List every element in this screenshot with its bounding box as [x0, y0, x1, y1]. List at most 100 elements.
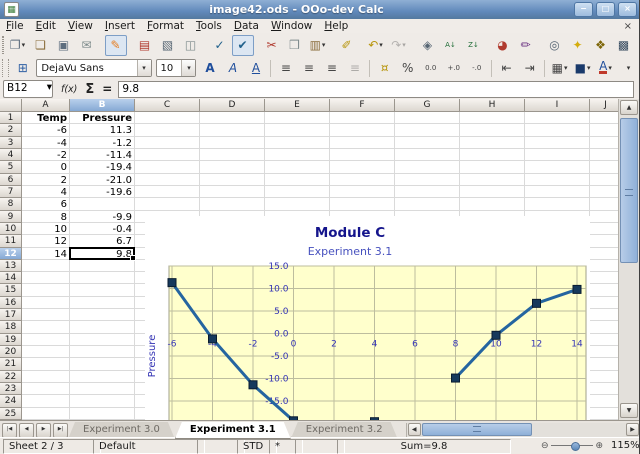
cell-B9[interactable]: -9.9: [70, 212, 132, 223]
row-header-15[interactable]: 15: [0, 284, 22, 296]
menu-item-window[interactable]: Window: [265, 19, 318, 33]
cell-B7[interactable]: -19.6: [70, 187, 132, 198]
styles-window-button[interactable]: ⊞: [12, 58, 34, 79]
column-header-E[interactable]: E: [265, 99, 330, 112]
scroll-down-icon[interactable]: ▼: [620, 403, 638, 418]
row-header-25[interactable]: 25: [0, 408, 22, 420]
scroll-up-icon[interactable]: ▲: [620, 100, 638, 115]
zoom-out-icon[interactable]: ⊖: [541, 441, 549, 451]
dropdown-arrow-icon[interactable]: ▾: [608, 64, 612, 72]
dropdown-arrow-icon[interactable]: ▾: [587, 64, 591, 72]
cell-reference-box[interactable]: B12 ▾: [3, 80, 53, 98]
row-header-12[interactable]: 12: [0, 248, 22, 260]
column-header-A[interactable]: A: [22, 99, 70, 112]
new-document-button[interactable]: ❐▾: [7, 35, 29, 56]
cell-A12[interactable]: 14: [22, 249, 67, 260]
row-header-24[interactable]: 24: [0, 395, 22, 407]
menu-item-data[interactable]: Data: [228, 19, 265, 33]
next-sheet-button[interactable]: ▶: [36, 423, 51, 438]
column-header-B[interactable]: B: [70, 99, 135, 112]
row-header-9[interactable]: 9: [0, 211, 22, 223]
previous-sheet-button[interactable]: ◀: [19, 423, 34, 438]
font-name-combo[interactable]: DejaVu Sans▾: [36, 59, 151, 77]
cell-B2[interactable]: 11.3: [70, 125, 132, 136]
show-draw-functions-button[interactable]: ✏: [515, 35, 537, 56]
italic-button[interactable]: A: [222, 58, 244, 79]
maximize-button[interactable]: □: [596, 2, 615, 17]
toolbar-overflow-button[interactable]: ▾: [618, 58, 640, 79]
document-as-email-button[interactable]: ✉: [76, 35, 98, 56]
cell-A10[interactable]: 10: [22, 224, 67, 235]
row-header-23[interactable]: 23: [0, 383, 22, 395]
undo-button[interactable]: ↶▾: [365, 35, 387, 56]
toolbar-drag-handle[interactable]: [2, 59, 9, 77]
borders-button[interactable]: ▦▾: [549, 58, 571, 79]
scroll-left-icon[interactable]: ◀: [408, 423, 421, 436]
spreadsheet-grid[interactable]: ABCDEFGHIJ123456789101112131415161718192…: [0, 99, 620, 420]
underline-button[interactable]: A: [245, 58, 267, 79]
hyperlink-button[interactable]: ◈: [417, 35, 439, 56]
cell-A5[interactable]: 0: [22, 162, 67, 173]
delete-decimal-place-button[interactable]: -.0: [466, 58, 488, 79]
paste-button[interactable]: ▥▾: [307, 35, 329, 56]
column-header-G[interactable]: G: [395, 99, 460, 112]
column-header-H[interactable]: H: [460, 99, 525, 112]
formula-input-line[interactable]: 9.8: [118, 81, 634, 98]
align-justified-button[interactable]: ≡: [344, 58, 366, 79]
decrease-indent-button[interactable]: ⇤: [496, 58, 518, 79]
toolbar-drag-handle[interactable]: [2, 36, 4, 54]
chevron-down-icon[interactable]: ▾: [137, 60, 151, 76]
data-sources-button[interactable]: ▩: [613, 35, 635, 56]
edit-file-button[interactable]: ✎: [105, 35, 127, 56]
column-header-I[interactable]: I: [525, 99, 590, 112]
row-header-8[interactable]: 8: [0, 198, 22, 210]
menu-item-format[interactable]: Format: [141, 19, 190, 33]
row-header-19[interactable]: 19: [0, 334, 22, 346]
row-header-6[interactable]: 6: [0, 174, 22, 186]
cell-A9[interactable]: 8: [22, 212, 67, 223]
redo-button[interactable]: ↷▾: [388, 35, 410, 56]
embedded-chart[interactable]: -6-4-20246810121415.010.05.00.0-5.0-10.0…: [145, 216, 590, 420]
number-format-percent-button[interactable]: %: [397, 58, 419, 79]
horizontal-scroll-thumb[interactable]: [422, 423, 532, 436]
menu-item-file[interactable]: File: [0, 19, 30, 33]
column-header-J[interactable]: J: [590, 99, 620, 112]
vertical-scroll-thumb[interactable]: [620, 118, 638, 263]
dropdown-arrow-icon[interactable]: ▾: [402, 41, 406, 49]
number-format-currency-button[interactable]: ¤: [374, 58, 396, 79]
cell-A4[interactable]: -2: [22, 150, 67, 161]
sum-button[interactable]: Σ: [85, 82, 94, 97]
cell-A3[interactable]: -4: [22, 138, 67, 149]
align-left-button[interactable]: ≡: [275, 58, 297, 79]
vertical-scrollbar[interactable]: ▲ ▼: [618, 99, 639, 420]
zoom-slider-handle[interactable]: [571, 442, 580, 451]
row-header-16[interactable]: 16: [0, 297, 22, 309]
row-header-14[interactable]: 14: [0, 272, 22, 284]
close-document-icon[interactable]: ×: [624, 21, 632, 32]
cell-B4[interactable]: -11.4: [70, 150, 132, 161]
row-header-10[interactable]: 10: [0, 223, 22, 235]
menu-item-insert[interactable]: Insert: [99, 19, 141, 33]
zoom-in-icon[interactable]: ⊕: [595, 441, 603, 451]
menu-item-edit[interactable]: Edit: [30, 19, 62, 33]
print-button[interactable]: ▧: [157, 35, 179, 56]
sort-ascending-button[interactable]: A↓: [440, 35, 462, 56]
copy-button[interactable]: ❒: [284, 35, 306, 56]
title-bar[interactable]: ▦ image42.ods - OOo-dev Calc − □ ×: [0, 0, 640, 19]
cell-B1[interactable]: Pressure: [70, 113, 132, 124]
row-header-3[interactable]: 3: [0, 137, 22, 149]
row-header-5[interactable]: 5: [0, 161, 22, 173]
row-header-1[interactable]: 1: [0, 112, 22, 124]
font-size-combo[interactable]: 10▾: [156, 59, 197, 77]
first-sheet-button[interactable]: |◀: [2, 423, 17, 438]
column-header-C[interactable]: C: [135, 99, 200, 112]
font-color-button[interactable]: A▾: [595, 58, 617, 79]
row-header-11[interactable]: 11: [0, 235, 22, 247]
sort-descending-button[interactable]: Z↓: [463, 35, 485, 56]
cell-selection-outline[interactable]: [69, 247, 135, 260]
horizontal-scrollbar[interactable]: ◀ ▶: [406, 423, 640, 437]
row-header-21[interactable]: 21: [0, 358, 22, 370]
align-right-button[interactable]: ≡: [321, 58, 343, 79]
close-button[interactable]: ×: [618, 2, 637, 17]
open-button[interactable]: ❏: [30, 35, 52, 56]
